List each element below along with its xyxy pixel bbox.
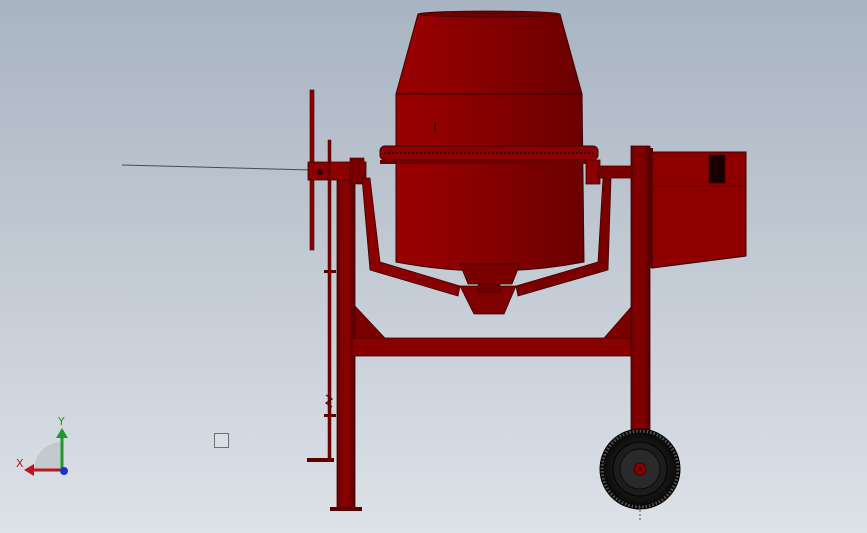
drum-cone	[395, 13, 583, 95]
graphics-viewport[interactable]: X Y	[0, 0, 867, 533]
right-pivot	[597, 165, 633, 179]
axis-x-label: X	[16, 457, 24, 470]
axis-y-label: Y	[58, 415, 65, 428]
transport-wheel	[599, 428, 681, 510]
motor-housing	[649, 151, 747, 269]
concrete-mixer-model[interactable]	[0, 0, 867, 533]
drum-body	[395, 93, 585, 272]
drum-mouth	[417, 10, 561, 18]
coordinate-triad-icon: X Y	[12, 414, 74, 480]
lever-foot	[307, 458, 334, 462]
drum-bearing	[459, 263, 521, 285]
tilt-lever	[327, 139, 332, 461]
drum-handle-rod	[121, 164, 313, 171]
right-leg	[630, 145, 651, 437]
motor-switch	[708, 154, 726, 184]
selection-box-icon[interactable]	[214, 433, 229, 448]
